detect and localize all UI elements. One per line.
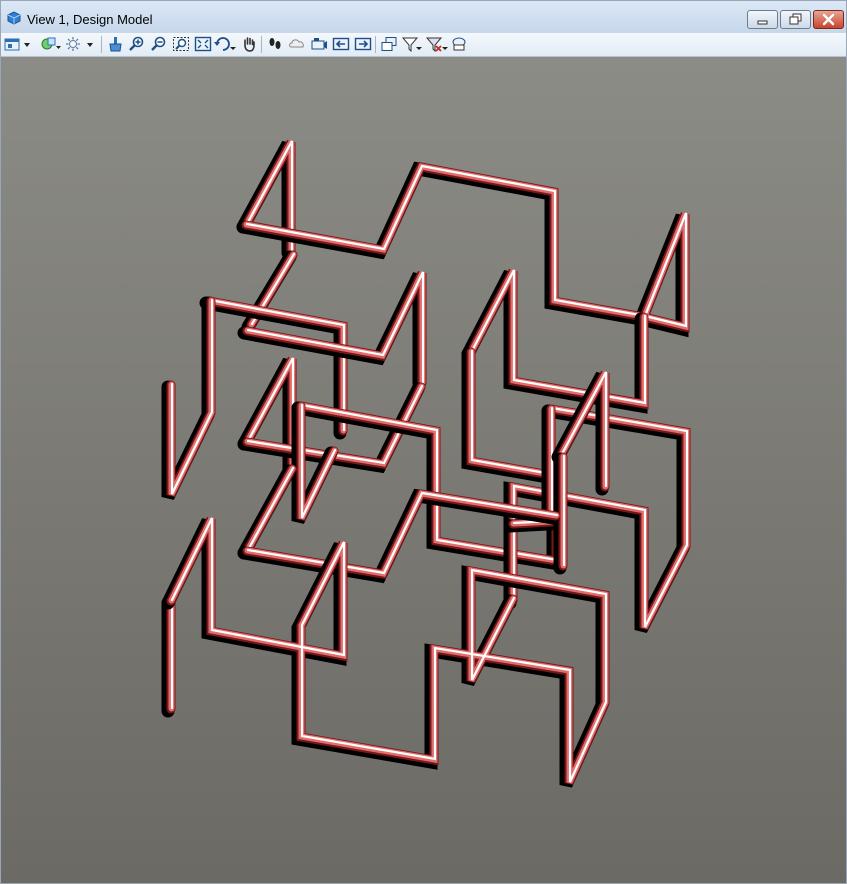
minimize-button[interactable] [747, 10, 778, 29]
rotate-view-button[interactable] [213, 35, 239, 53]
camera-button[interactable] [309, 35, 329, 53]
toolbar-separator [261, 36, 262, 53]
pipe-wireframe-model [161, 139, 691, 788]
clip-mask-icon [425, 37, 448, 52]
view-next-button[interactable] [353, 35, 373, 53]
view-icon [7, 11, 21, 25]
lighting-button[interactable] [63, 35, 97, 53]
light-icon [66, 37, 93, 51]
clip-volume-icon [401, 37, 422, 52]
copy-view-button[interactable] [379, 35, 399, 53]
fly-button[interactable] [287, 35, 307, 53]
pan-view-button[interactable] [239, 35, 259, 53]
close-button[interactable] [813, 10, 844, 29]
toolbar-separator [375, 36, 376, 53]
close-icon [822, 13, 835, 26]
update-view-button[interactable] [105, 35, 125, 53]
minimize-icon [757, 20, 768, 25]
copy-view-icon [381, 37, 397, 51]
clip-mask-button[interactable] [425, 35, 449, 53]
view-window: View 1, Design Model [0, 0, 847, 884]
brush-icon [109, 37, 122, 52]
view-previous-icon [332, 37, 350, 51]
clear-clip-icon [452, 37, 466, 51]
window-area-button[interactable] [171, 35, 191, 53]
hand-icon [244, 37, 255, 52]
zoom-in-icon [129, 36, 144, 51]
footprints-icon [269, 38, 281, 49]
view-attributes-icon [4, 38, 30, 51]
view-toolbar [1, 33, 846, 57]
zoom-out-icon [151, 36, 166, 51]
cloud-icon [289, 39, 304, 48]
pipe-segment [291, 401, 339, 524]
clip-volume-button[interactable] [401, 35, 425, 53]
window-area-icon [173, 37, 189, 51]
title-bar[interactable]: View 1, Design Model [1, 1, 846, 33]
pipe-stroke [236, 161, 689, 338]
pipe-stroke [246, 466, 295, 552]
pipe-segment [161, 296, 216, 500]
walk-button[interactable] [265, 35, 285, 53]
pipe-stroke [241, 161, 690, 333]
fit-view-button[interactable] [193, 35, 213, 53]
clear-clip-button[interactable] [449, 35, 469, 53]
view-previous-button[interactable] [331, 35, 351, 53]
view-attributes-button[interactable] [3, 35, 31, 53]
restore-icon [789, 13, 802, 25]
window-title: View 1, Design Model [27, 12, 153, 27]
fit-view-icon [194, 36, 212, 52]
pipe-segment [553, 452, 568, 575]
zoom-out-button[interactable] [149, 35, 169, 53]
pipe-segment [161, 596, 176, 718]
pipe-segment [236, 161, 690, 338]
camera-icon [311, 38, 327, 50]
design-model-viewport[interactable] [1, 57, 846, 883]
toolbar-separator [101, 36, 102, 53]
restore-button[interactable] [780, 10, 811, 29]
pipe-segment [237, 464, 297, 560]
view-next-icon [354, 37, 372, 51]
pipe-stroke [243, 163, 689, 331]
rotate-icon [214, 37, 236, 51]
zoom-in-button[interactable] [127, 35, 147, 53]
